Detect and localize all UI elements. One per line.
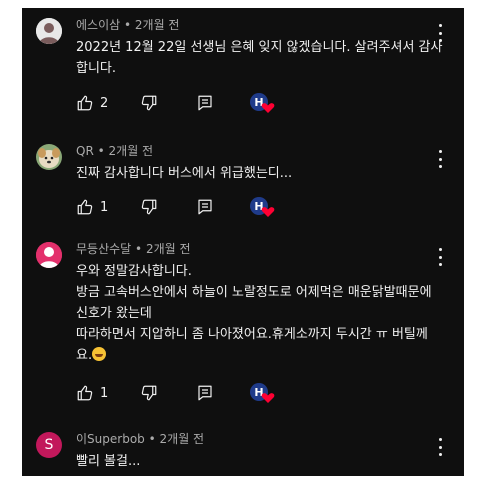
commenter-avatar[interactable] xyxy=(36,144,62,170)
creator-heart-icon: H xyxy=(249,92,275,114)
like-button[interactable]: 1 xyxy=(76,382,108,404)
like-count: 1 xyxy=(100,385,109,401)
comment-text-line: 2022년 12월 22일 선생님 은혜 잊지 않겠습니다. 살려주셔서 감사 xyxy=(76,40,443,55)
comment-actions: 1 H xyxy=(76,196,326,218)
comment-time[interactable]: 2개월 전 xyxy=(135,18,180,32)
comment-meta: 에스이삼 • 2개월 전 xyxy=(76,16,179,33)
comment-text-line: 신호가 왔는데 xyxy=(76,306,152,321)
dislike-button[interactable] xyxy=(140,196,158,218)
comment-text-segment: 요. xyxy=(76,348,93,363)
comment-text-line: 우와 정말감사합니다. xyxy=(76,264,192,279)
comment-actions: 1 H xyxy=(76,382,326,404)
dislike-button[interactable] xyxy=(140,382,158,404)
like-button[interactable]: 2 xyxy=(76,92,108,114)
reply-button[interactable] xyxy=(196,382,214,404)
comment-text-line: 방금 고속버스안에서 하늘이 노랄정도로 어제먹은 매운닭발때문에 xyxy=(76,285,432,300)
comments-panel: 에스이삼 • 2개월 전 2022년 12월 22일 선생님 은혜 잊지 않겠습… xyxy=(22,8,464,476)
thumbs-down-icon xyxy=(141,385,157,401)
thumbs-up-icon xyxy=(77,95,93,111)
reply-icon xyxy=(198,199,212,215)
comment-text: 빨리 볼걸... xyxy=(76,451,441,472)
comment-text-line: 요. xyxy=(76,345,441,366)
more-options-icon[interactable] xyxy=(436,150,444,168)
comment-text: 우와 정말감사합니다. 방금 고속버스안에서 하늘이 노랄정도로 어제먹은 매운… xyxy=(76,261,441,366)
comment-meta: QR • 2개월 전 xyxy=(76,142,153,159)
meta-separator: • xyxy=(148,432,156,446)
comment-text-line: 진짜 감사합니다 버스에서 위급했는디... xyxy=(76,166,293,181)
comment-author[interactable]: 에스이삼 xyxy=(76,18,120,32)
commenter-avatar[interactable] xyxy=(36,242,62,268)
comment-author[interactable]: 무등산수달 xyxy=(76,242,131,256)
dislike-button[interactable] xyxy=(140,92,158,114)
creator-heart-icon: H xyxy=(249,382,275,404)
comment-author[interactable]: QR xyxy=(76,144,94,158)
person-silhouette-icon xyxy=(36,242,62,268)
commenter-avatar[interactable]: S xyxy=(36,432,62,458)
reply-icon xyxy=(198,95,212,111)
like-count: 2 xyxy=(100,95,109,111)
comment-time[interactable]: 2개월 전 xyxy=(146,242,191,256)
comment-actions: 2 H xyxy=(76,92,326,114)
like-button[interactable]: 1 xyxy=(76,196,108,218)
comment-text: 진짜 감사합니다 버스에서 위급했는디... xyxy=(76,163,441,184)
comment-time[interactable]: 2개월 전 xyxy=(160,432,205,446)
comment-text-line: 빨리 볼걸... xyxy=(76,454,141,469)
thumbs-up-icon xyxy=(77,385,93,401)
avatar-letter: S xyxy=(44,437,54,453)
thumbs-up-icon xyxy=(77,199,93,215)
comment-meta: 무등산수달 • 2개월 전 xyxy=(76,240,191,257)
more-options-icon[interactable] xyxy=(436,248,444,266)
meta-separator: • xyxy=(124,18,132,32)
thumbs-down-icon xyxy=(141,95,157,111)
thumbs-down-icon xyxy=(141,199,157,215)
like-count: 1 xyxy=(100,199,109,215)
comment-author[interactable]: 이Superbob xyxy=(76,432,145,446)
more-options-icon[interactable] xyxy=(436,24,444,42)
grinning-emoji-icon xyxy=(92,347,107,361)
comment-text-line: 합니다. xyxy=(76,61,117,76)
creator-heart-icon: H xyxy=(249,196,275,218)
comment-text: 2022년 12월 22일 선생님 은혜 잊지 않겠습니다. 살려주셔서 감사 … xyxy=(76,37,443,79)
dog-photo-icon xyxy=(36,144,62,170)
reply-icon xyxy=(198,385,212,401)
comment-meta: 이Superbob • 2개월 전 xyxy=(76,430,204,447)
reply-button[interactable] xyxy=(196,92,214,114)
commenter-avatar[interactable] xyxy=(36,18,62,44)
person-silhouette-icon xyxy=(36,18,62,44)
meta-separator: • xyxy=(135,242,143,256)
comment-time[interactable]: 2개월 전 xyxy=(109,144,154,158)
comment-text-line: 따라하면서 지압하니 좀 나아졌어요.휴게소까지 두시간 ㅠ 버틸께 xyxy=(76,327,428,342)
reply-button[interactable] xyxy=(196,196,214,218)
more-options-icon[interactable] xyxy=(436,438,444,456)
meta-separator: • xyxy=(97,144,105,158)
